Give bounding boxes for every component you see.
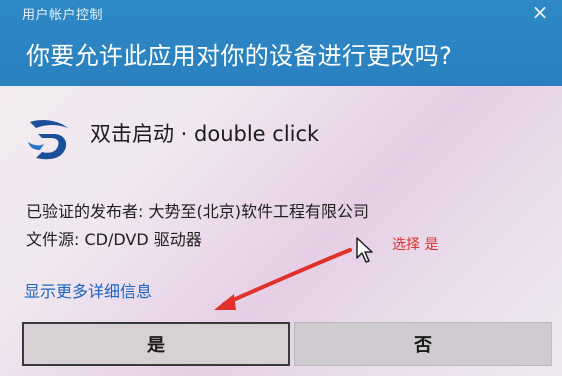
permission-question: 你要允许此应用对你的设备进行更改吗? — [26, 42, 453, 70]
show-more-details-link[interactable]: 显示更多详细信息 — [24, 278, 152, 302]
app-name: 双击启动 · double click — [90, 122, 320, 146]
publisher-text: 已验证的发布者: 大势至(北京)软件工程有限公司 — [26, 202, 369, 221]
annotation-arrow-icon — [214, 248, 352, 310]
mouse-cursor-icon — [356, 237, 373, 263]
app-row: 双击启动 · double click — [24, 108, 319, 168]
app-logo-icon — [28, 120, 68, 160]
file-source-text: 文件源: CD/DVD 驱动器 — [26, 230, 202, 249]
dialog-header: 用户帐户控制 × 你要允许此应用对你的设备进行更改吗? — [0, 0, 562, 86]
uac-dialog: 用户帐户控制 × 你要允许此应用对你的设备进行更改吗? 双击启动 · doubl… — [0, 0, 562, 376]
dialog-title: 用户帐户控制 — [22, 8, 104, 23]
annotation-label: 选择 是 — [392, 237, 439, 253]
close-icon[interactable]: × — [528, 0, 552, 24]
no-button[interactable]: 否 — [294, 322, 552, 366]
yes-button[interactable]: 是 — [22, 322, 290, 366]
